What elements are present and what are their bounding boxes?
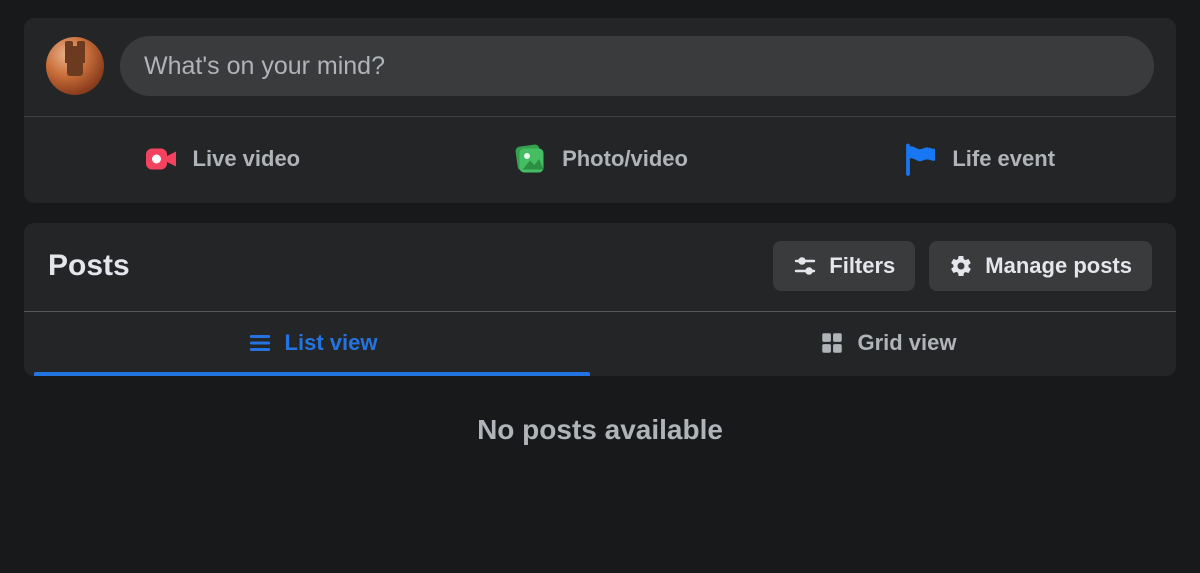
live-video-icon [143, 141, 179, 177]
tab-grid-view[interactable]: Grid view [600, 312, 1176, 376]
avatar[interactable] [46, 37, 104, 95]
live-video-button[interactable]: Live video [32, 127, 411, 191]
composer-placeholder: What's on your mind? [144, 52, 385, 81]
composer-card: What's on your mind? Live video Photo/vi… [24, 18, 1176, 203]
grid-icon [819, 330, 845, 356]
tab-list-view[interactable]: List view [24, 312, 600, 376]
photo-video-icon [512, 141, 548, 177]
manage-posts-button[interactable]: Manage posts [929, 241, 1152, 291]
empty-message: No posts available [0, 414, 1200, 446]
life-event-icon [902, 141, 938, 177]
composer-top-row: What's on your mind? [24, 18, 1176, 117]
life-event-label: Life event [952, 146, 1055, 172]
composer-input[interactable]: What's on your mind? [120, 36, 1154, 96]
life-event-button[interactable]: Life event [789, 127, 1168, 191]
tab-list-label: List view [285, 330, 378, 356]
posts-header: Posts Filters Manage posts [24, 223, 1176, 311]
view-tabs: List view Grid view [24, 311, 1176, 376]
filters-icon [793, 254, 817, 278]
posts-buttons: Filters Manage posts [773, 241, 1152, 291]
manage-posts-label: Manage posts [985, 253, 1132, 279]
live-video-label: Live video [193, 146, 301, 172]
composer-actions: Live video Photo/video Life event [24, 117, 1176, 203]
filters-label: Filters [829, 253, 895, 279]
tab-grid-label: Grid view [857, 330, 956, 356]
list-icon [247, 330, 273, 356]
photo-video-label: Photo/video [562, 146, 688, 172]
filters-button[interactable]: Filters [773, 241, 915, 291]
gear-icon [949, 254, 973, 278]
photo-video-button[interactable]: Photo/video [411, 127, 790, 191]
posts-card: Posts Filters Manage posts List view [24, 223, 1176, 376]
posts-title: Posts [48, 249, 130, 283]
